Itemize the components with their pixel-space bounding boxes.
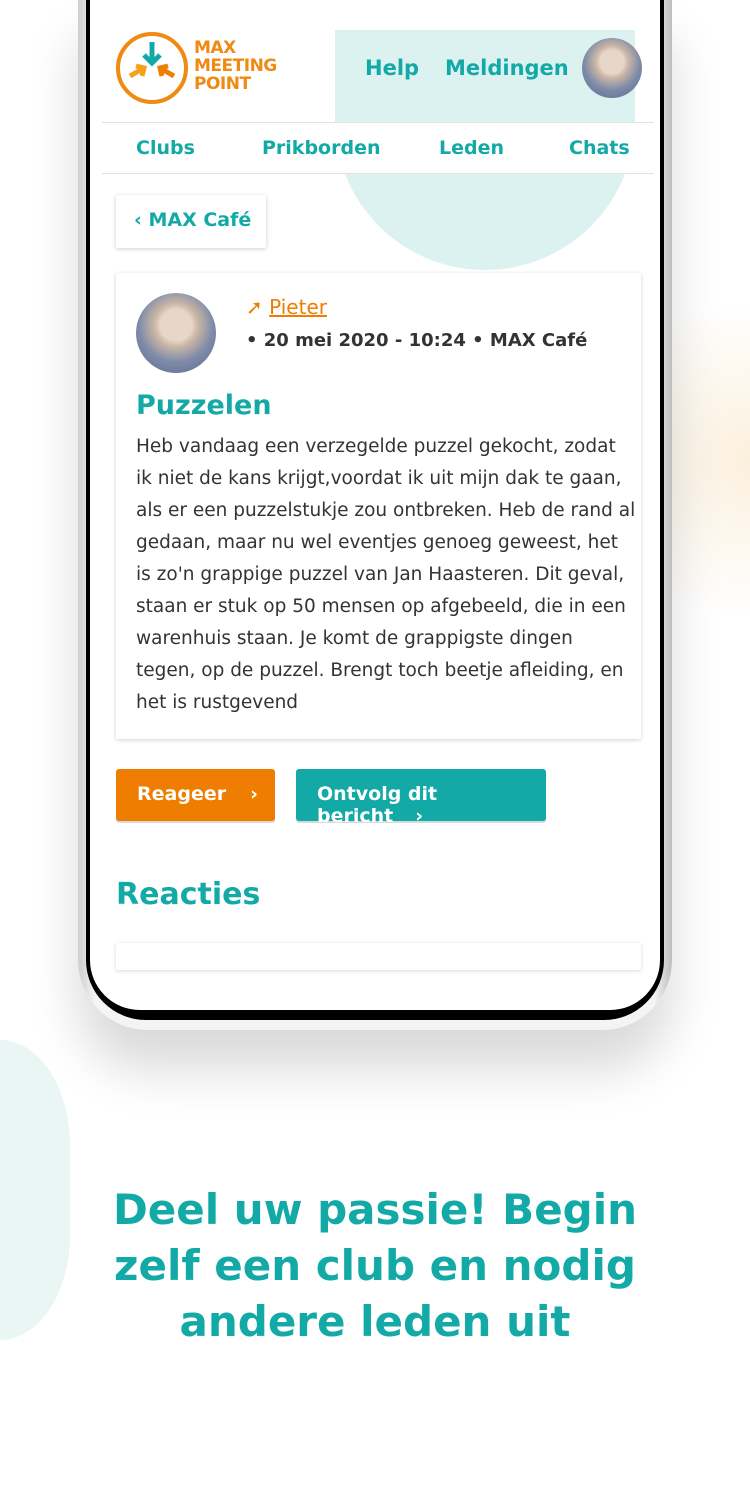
phone-screen: MAX MEETING POINT Help Meldingen Clubs Pri…	[90, 0, 660, 1010]
author-avatar[interactable]	[136, 293, 216, 373]
post-title: Puzzelen	[136, 390, 272, 421]
author-row: ➚ Pieter	[246, 295, 327, 319]
tab-clubs[interactable]: Clubs	[136, 137, 195, 159]
logo-text: MAX MEETING POINT	[194, 38, 277, 94]
reaction-card	[116, 943, 641, 970]
tab-prikborden[interactable]: Prikborden	[262, 137, 380, 159]
help-link[interactable]: Help	[365, 56, 419, 80]
reply-button[interactable]: Reageer ›	[116, 769, 275, 821]
unfollow-button[interactable]: Ontvolg dit bericht ›	[296, 769, 546, 827]
profile-avatar[interactable]	[582, 38, 642, 98]
chevron-right-icon: ›	[250, 783, 258, 805]
logo-icon[interactable]	[116, 32, 188, 104]
promo-tagline: Deel uw passie! Begin zelf een club en n…	[112, 1185, 638, 1346]
post-card: ➚ Pieter • 20 mei 2020 - 10:24 • MAX Caf…	[116, 273, 641, 739]
tab-chats[interactable]: Chats	[569, 137, 630, 159]
tab-bar: Clubs Prikborden Leden Chats	[102, 122, 654, 174]
screen-content: MAX MEETING POINT Help Meldingen Clubs Pri…	[90, 0, 660, 970]
arrow-icon: ➚	[246, 295, 263, 319]
back-button[interactable]: ‹ MAX Café	[116, 195, 266, 248]
post-body: Heb vandaag een verzegelde puzzel gekoch…	[136, 436, 636, 713]
author-link[interactable]: Pieter	[269, 295, 327, 319]
post-meta: • 20 mei 2020 - 10:24 • MAX Café	[246, 330, 588, 351]
reactions-heading: Reacties	[116, 877, 261, 912]
notifications-link[interactable]: Meldingen	[445, 56, 569, 80]
chevron-left-icon: ‹	[134, 209, 149, 231]
tab-leden[interactable]: Leden	[439, 137, 504, 159]
chevron-right-icon: ›	[415, 805, 424, 827]
